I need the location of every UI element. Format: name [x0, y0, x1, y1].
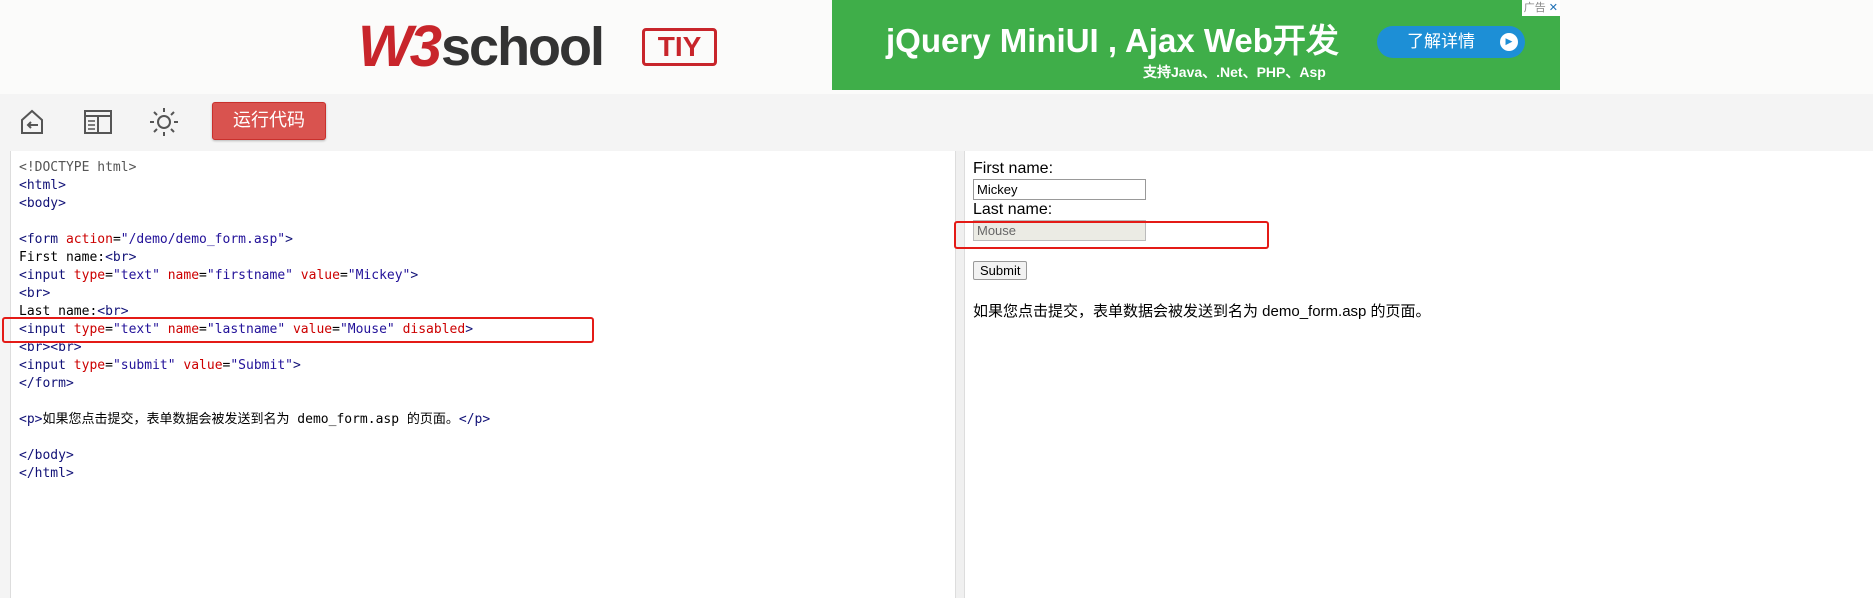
code-body-close: </body>	[19, 448, 74, 463]
toolbar: 运行代码	[0, 94, 1873, 149]
result-highlight-box	[954, 221, 1269, 249]
code-attr-name: action	[65, 232, 113, 247]
code-form-close: </form>	[19, 376, 74, 391]
first-name-label: First name:	[973, 160, 1054, 177]
code-attr-value: "Submit"	[230, 358, 293, 373]
site-header: W3 school TIY jQuery MiniUI , Ajax Web开发…	[0, 0, 1873, 94]
result-paragraph: 如果您点击提交，表单数据会被发送到名为 demo_form.asp 的页面。	[973, 303, 1431, 320]
code-doctype: <!DOCTYPE html>	[19, 160, 137, 175]
result-pane: First name: Last name: Submit 如果您点击提交，表单…	[965, 151, 1873, 598]
first-name-input[interactable]	[973, 179, 1146, 200]
code-input-tag: <input	[19, 268, 66, 283]
logo-w3: W3	[358, 14, 442, 79]
ad-label: 广告	[1523, 1, 1546, 14]
ad-button-label: 了解详情	[1407, 32, 1475, 52]
code-text: 如果您点击提交，表单数据会被发送到名为 demo_form.asp 的页面。	[42, 412, 459, 427]
pane-divider[interactable]	[955, 151, 965, 598]
code-attr-value: "submit"	[112, 358, 176, 373]
play-arrow-icon: ▶	[1500, 33, 1518, 51]
logo-school: school	[441, 17, 605, 77]
code-text: First name:	[19, 250, 106, 265]
ad-title: jQuery MiniUI , Ajax Web开发	[886, 22, 1339, 59]
code-html-close: </html>	[19, 466, 74, 481]
code-br-tag: <br>	[105, 250, 137, 265]
tiy-badge: TIY	[642, 28, 717, 66]
code-attr-name: type	[73, 268, 106, 283]
code-attr-name: name	[167, 268, 200, 283]
code-attr-value: "/demo/demo_form.asp"	[120, 232, 286, 247]
code-p-open: <p>	[19, 412, 43, 427]
code-attr-value: "firstname"	[206, 268, 293, 283]
ad-banner[interactable]: jQuery MiniUI , Ajax Web开发 支持Java、.Net、P…	[832, 0, 1560, 90]
last-name-label: Last name:	[973, 201, 1053, 218]
code-attr-name: type	[73, 358, 106, 373]
run-code-button[interactable]: 运行代码	[212, 102, 326, 140]
submit-button[interactable]: Submit	[973, 261, 1028, 280]
code-form-tag: <form	[19, 232, 59, 247]
ad-subtitle: 支持Java、.Net、PHP、Asp	[1143, 64, 1326, 80]
code-p-close: </p>	[458, 412, 491, 427]
ad-learn-more-button[interactable]: 了解详情 ▶	[1377, 26, 1525, 58]
brightness-icon[interactable]	[146, 104, 182, 140]
code-input-tag: <input	[19, 358, 66, 373]
close-icon[interactable]: ✕	[1549, 0, 1558, 16]
code-body-open: <body>	[19, 196, 66, 211]
code-attr-value: "text"	[112, 268, 160, 283]
ad-tag: 广告 ✕	[1521, 0, 1560, 16]
code-html-open: <html>	[19, 178, 66, 193]
code-editor[interactable]: <!DOCTYPE html> <html> <body> <form acti…	[10, 151, 955, 598]
back-icon[interactable]	[14, 104, 50, 140]
code-attr-name: value	[183, 358, 223, 373]
code-highlight-box	[2, 317, 594, 343]
layout-icon[interactable]	[80, 104, 116, 140]
code-attr-value: "Mickey"	[347, 268, 411, 283]
code-br-tag: <br>	[19, 286, 51, 301]
w3school-logo[interactable]: W3 school	[358, 14, 605, 79]
code-attr-name: value	[300, 268, 340, 283]
